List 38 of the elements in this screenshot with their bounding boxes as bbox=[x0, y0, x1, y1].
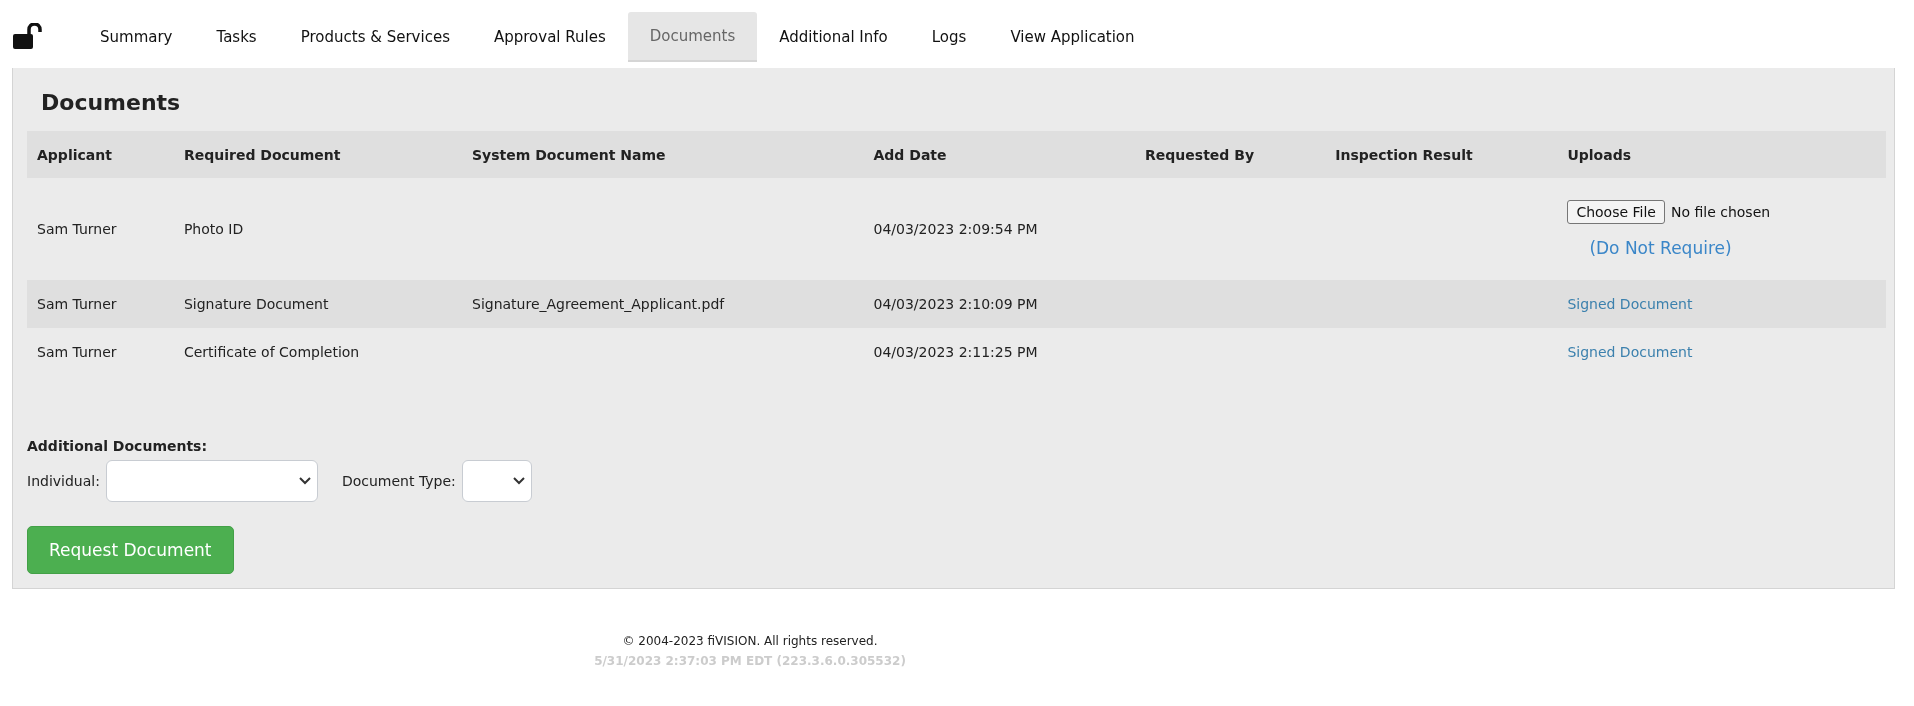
document-type-select[interactable] bbox=[461, 460, 532, 502]
individual-select[interactable] bbox=[105, 460, 318, 502]
column-header: Applicant bbox=[27, 131, 174, 178]
table-cell: 04/03/2023 2:10:09 PM bbox=[873, 296, 1038, 312]
column-header: Required Document bbox=[173, 131, 462, 178]
chevron-down-icon bbox=[512, 477, 525, 485]
signed-document-link[interactable]: Signed Document bbox=[1567, 344, 1693, 360]
tab[interactable]: View Application bbox=[988, 12, 1157, 62]
tab[interactable]: Documents bbox=[627, 12, 758, 62]
choose-file-button[interactable]: Choose File bbox=[1567, 200, 1665, 224]
table-cell: Photo ID bbox=[183, 221, 244, 237]
unlocked-padlock-icon bbox=[12, 23, 42, 49]
section-title: Documents bbox=[41, 90, 182, 115]
column-header: System Document Name bbox=[462, 131, 864, 178]
chevron-down-icon bbox=[298, 477, 311, 485]
column-header: Uploads bbox=[1557, 131, 1886, 178]
column-header: Inspection Result bbox=[1325, 131, 1558, 178]
table-cell: Signature Document bbox=[183, 296, 329, 312]
tab[interactable]: Tasks bbox=[194, 12, 279, 62]
field-label: Individual: bbox=[27, 473, 100, 489]
tab[interactable]: Approval Rules bbox=[471, 12, 628, 62]
table-cell: 04/03/2023 2:11:25 PM bbox=[873, 344, 1038, 360]
tab[interactable]: Summary bbox=[78, 12, 195, 62]
tab[interactable]: Additional Info bbox=[757, 12, 910, 62]
column-header: Requested By bbox=[1135, 131, 1326, 178]
table-cell: Sam Turner bbox=[37, 296, 117, 312]
table-cell: Certificate of Completion bbox=[183, 344, 360, 360]
file-status-text: No file chosen bbox=[1670, 204, 1771, 220]
table-cell: Sam Turner bbox=[37, 344, 117, 360]
field-label: Document Type: bbox=[341, 473, 456, 489]
tab[interactable]: Products & Services bbox=[278, 12, 472, 62]
tab[interactable]: Logs bbox=[909, 12, 989, 62]
table-cell: Sam Turner bbox=[37, 221, 117, 237]
additional-documents-heading: Additional Documents: bbox=[27, 438, 209, 454]
copyright-text: © 2004-2023 fiVISION. All rights reserved. bbox=[622, 633, 878, 650]
table-cell: 04/03/2023 2:09:54 PM bbox=[873, 221, 1038, 237]
column-header: Add Date bbox=[863, 131, 1136, 178]
table-cell: Signature_Agreement_Applicant.pdf bbox=[472, 296, 725, 312]
